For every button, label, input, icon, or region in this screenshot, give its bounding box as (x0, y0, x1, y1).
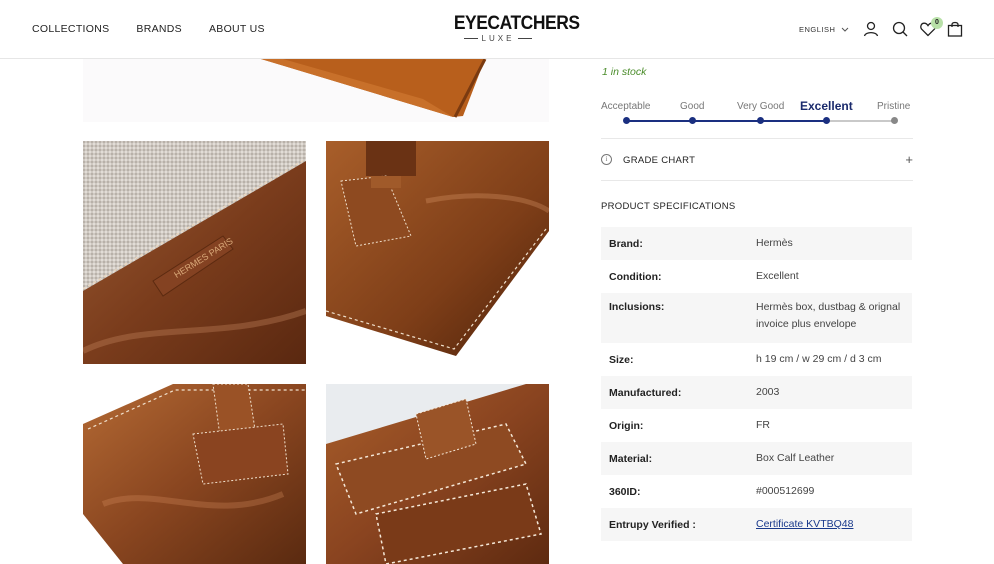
spec-row-condition: Condition: Excellent (601, 260, 912, 293)
spec-key: Condition: (609, 270, 662, 283)
site-header: COLLECTIONS BRANDS ABOUT US EYECATCHERS … (0, 0, 994, 59)
spec-key: 360ID: (609, 485, 641, 498)
grade-track-fill (626, 120, 826, 122)
spec-key: Entrupy Verified : (609, 518, 696, 531)
spec-row-inclusions: Inclusions: Hermès box, dustbag & origna… (601, 293, 912, 343)
info-icon: i (601, 154, 612, 165)
spec-row-brand: Brand: Hermès (601, 227, 912, 260)
spec-key: Manufactured: (609, 386, 682, 399)
product-image-flap[interactable] (83, 384, 306, 564)
stock-status: 1 in stock (602, 66, 647, 78)
nav-collections[interactable]: COLLECTIONS (32, 23, 109, 35)
grade-label-very-good: Very Good (737, 101, 785, 112)
flap-image-art (83, 384, 306, 564)
clasp-image-art (326, 141, 549, 364)
spec-value: Excellent (756, 270, 799, 282)
grade-dot-very-good (757, 117, 764, 124)
condition-grade-scale: Acceptable Good Very Good Excellent Pris… (601, 98, 913, 128)
entrupy-certificate-link[interactable]: Certificate KVTBQ48 (756, 516, 904, 533)
grade-chart-label: GRADE CHART (623, 155, 696, 166)
spec-row-origin: Origin: FR (601, 409, 912, 442)
spec-key: Size: (609, 353, 634, 366)
main-image-art (261, 59, 487, 118)
grade-label-excellent: Excellent (800, 99, 853, 113)
logo-sub-text: LUXE (481, 34, 515, 43)
spec-row-size: Size: h 19 cm / w 29 cm / d 3 cm (601, 343, 912, 376)
spec-key: Brand: (609, 237, 643, 250)
spec-key: Material: (609, 452, 653, 465)
stamp-image-art: HERMES PARIS (83, 141, 306, 364)
language-label: ENGLISH (799, 25, 836, 34)
product-image-clasp[interactable] (326, 141, 549, 364)
spec-value: Box Calf Leather (756, 452, 835, 464)
grade-dot-pristine (891, 117, 898, 124)
product-image-stamp[interactable]: HERMES PARIS (83, 141, 306, 364)
plus-icon[interactable]: + (905, 152, 913, 167)
product-image-detail[interactable] (326, 384, 549, 564)
grade-dot-excellent (823, 117, 830, 124)
grade-label-acceptable: Acceptable (601, 101, 651, 112)
nav-brands[interactable]: BRANDS (136, 23, 182, 35)
spec-row-manufactured: Manufactured: 2003 (601, 376, 912, 409)
spec-value: FR (756, 419, 770, 431)
spec-value: #000512699 (756, 485, 815, 497)
shopping-bag-icon[interactable] (946, 20, 964, 38)
main-nav: COLLECTIONS BRANDS ABOUT US (32, 23, 265, 35)
chevron-down-icon (842, 27, 849, 32)
spec-section-title: PRODUCT SPECIFICATIONS (601, 201, 736, 212)
spec-table: Brand: Hermès Condition: Excellent Inclu… (601, 227, 912, 541)
language-selector[interactable]: ENGLISH (799, 25, 849, 34)
nav-about-us[interactable]: ABOUT US (209, 23, 265, 35)
account-icon[interactable] (862, 20, 880, 38)
spec-row-entrupy: Entrupy Verified : Certificate KVTBQ48 (601, 508, 912, 541)
spec-key: Inclusions: (609, 301, 665, 313)
logo-main-text: EYECATCHERS (453, 13, 580, 34)
spec-value: h 19 cm / w 29 cm / d 3 cm (756, 353, 882, 365)
wishlist-count-badge: 0 (931, 17, 943, 29)
spec-value: 2003 (756, 386, 780, 398)
spec-row-360id: 360ID: #000512699 (601, 475, 912, 508)
grade-label-pristine: Pristine (877, 101, 911, 112)
spec-value: Hermès (756, 237, 793, 249)
grade-chart-accordion[interactable]: i GRADE CHART + (601, 138, 913, 181)
logo-sub: LUXE (450, 34, 546, 43)
spec-row-material: Material: Box Calf Leather (601, 442, 912, 475)
site-logo[interactable]: EYECATCHERS LUXE (450, 13, 580, 44)
product-image-main[interactable] (83, 59, 549, 122)
spec-value: Hermès box, dustbag & orignal invoice pl… (756, 301, 901, 330)
grade-dot-acceptable (623, 117, 630, 124)
grade-dot-good (689, 117, 696, 124)
spec-key: Origin: (609, 419, 644, 432)
search-icon[interactable] (891, 20, 909, 38)
detail-image-art (326, 384, 549, 564)
grade-label-good: Good (680, 101, 705, 112)
